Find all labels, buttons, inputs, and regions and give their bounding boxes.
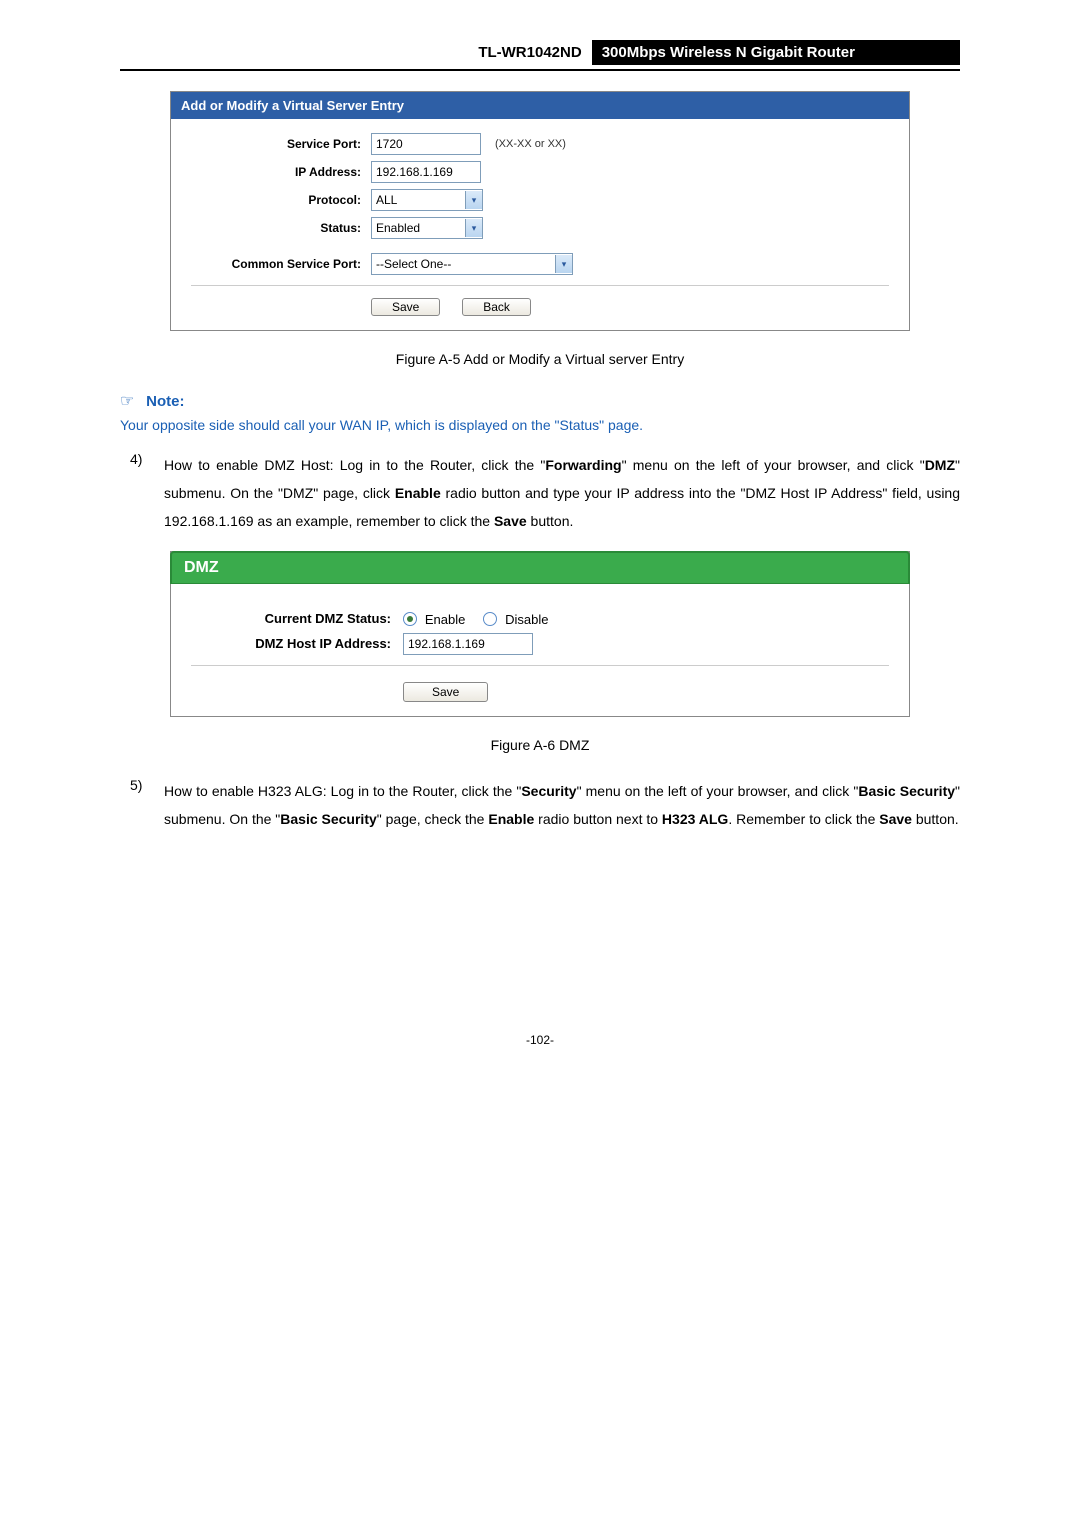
figure-caption-a5: Figure A-5 Add or Modify a Virtual serve…	[120, 351, 960, 367]
dmz-host-ip-input[interactable]	[403, 633, 533, 655]
item-number: 4)	[120, 451, 164, 535]
radio-enable[interactable]	[403, 612, 417, 626]
virtual-server-panel: Add or Modify a Virtual Server Entry Ser…	[170, 91, 910, 331]
item-body: How to enable H323 ALG: Log in to the Ro…	[164, 777, 960, 833]
status-value: Enabled	[372, 221, 465, 235]
hand-pointer-icon: ☞	[120, 391, 138, 411]
list-item-5: 5) How to enable H323 ALG: Log in to the…	[120, 777, 960, 833]
common-service-port-value: --Select One--	[372, 257, 555, 271]
model-number: TL-WR1042ND	[468, 40, 591, 65]
service-port-hint: (XX-XX or XX)	[495, 138, 566, 150]
chevron-down-icon: ▾	[555, 255, 572, 273]
dmz-panel: DMZ Current DMZ Status: Enable Disable D…	[170, 551, 910, 717]
radio-disable[interactable]	[483, 612, 497, 626]
header-divider	[120, 69, 960, 71]
note-heading: ☞ Note:	[120, 391, 960, 411]
label-dmz-host-ip: DMZ Host IP Address:	[191, 636, 403, 651]
chevron-down-icon: ▾	[465, 219, 482, 237]
list-item-4: 4) How to enable DMZ Host: Log in to the…	[120, 451, 960, 535]
model-desc: 300Mbps Wireless N Gigabit Router	[592, 40, 960, 65]
save-button-dmz[interactable]: Save	[403, 682, 488, 702]
panel-title-dmz: DMZ	[170, 551, 910, 584]
figure-caption-a6: Figure A-6 DMZ	[120, 737, 960, 753]
label-ip-address: IP Address:	[191, 165, 371, 179]
chevron-down-icon: ▾	[465, 191, 482, 209]
page-header: TL-WR1042ND 300Mbps Wireless N Gigabit R…	[120, 40, 960, 65]
common-service-port-select[interactable]: --Select One-- ▾	[371, 253, 573, 275]
ip-address-input[interactable]	[371, 161, 481, 183]
label-common-service-port: Common Service Port:	[191, 257, 371, 271]
status-select[interactable]: Enabled ▾	[371, 217, 483, 239]
panel-title: Add or Modify a Virtual Server Entry	[171, 92, 909, 119]
label-status: Status:	[191, 221, 371, 235]
save-button[interactable]: Save	[371, 298, 440, 316]
page-number: -102-	[120, 1033, 960, 1047]
note-label: Note:	[146, 393, 184, 410]
label-service-port: Service Port:	[191, 137, 371, 151]
item-body: How to enable DMZ Host: Log in to the Ro…	[164, 451, 960, 535]
back-button[interactable]: Back	[462, 298, 531, 316]
service-port-input[interactable]	[371, 133, 481, 155]
protocol-select[interactable]: ALL ▾	[371, 189, 483, 211]
label-dmz-status: Current DMZ Status:	[191, 611, 403, 626]
radio-disable-label: Disable	[505, 612, 548, 627]
item-number: 5)	[120, 777, 164, 833]
radio-enable-label: Enable	[425, 612, 465, 627]
protocol-value: ALL	[372, 193, 465, 207]
label-protocol: Protocol:	[191, 193, 371, 207]
note-text: Your opposite side should call your WAN …	[120, 417, 960, 433]
